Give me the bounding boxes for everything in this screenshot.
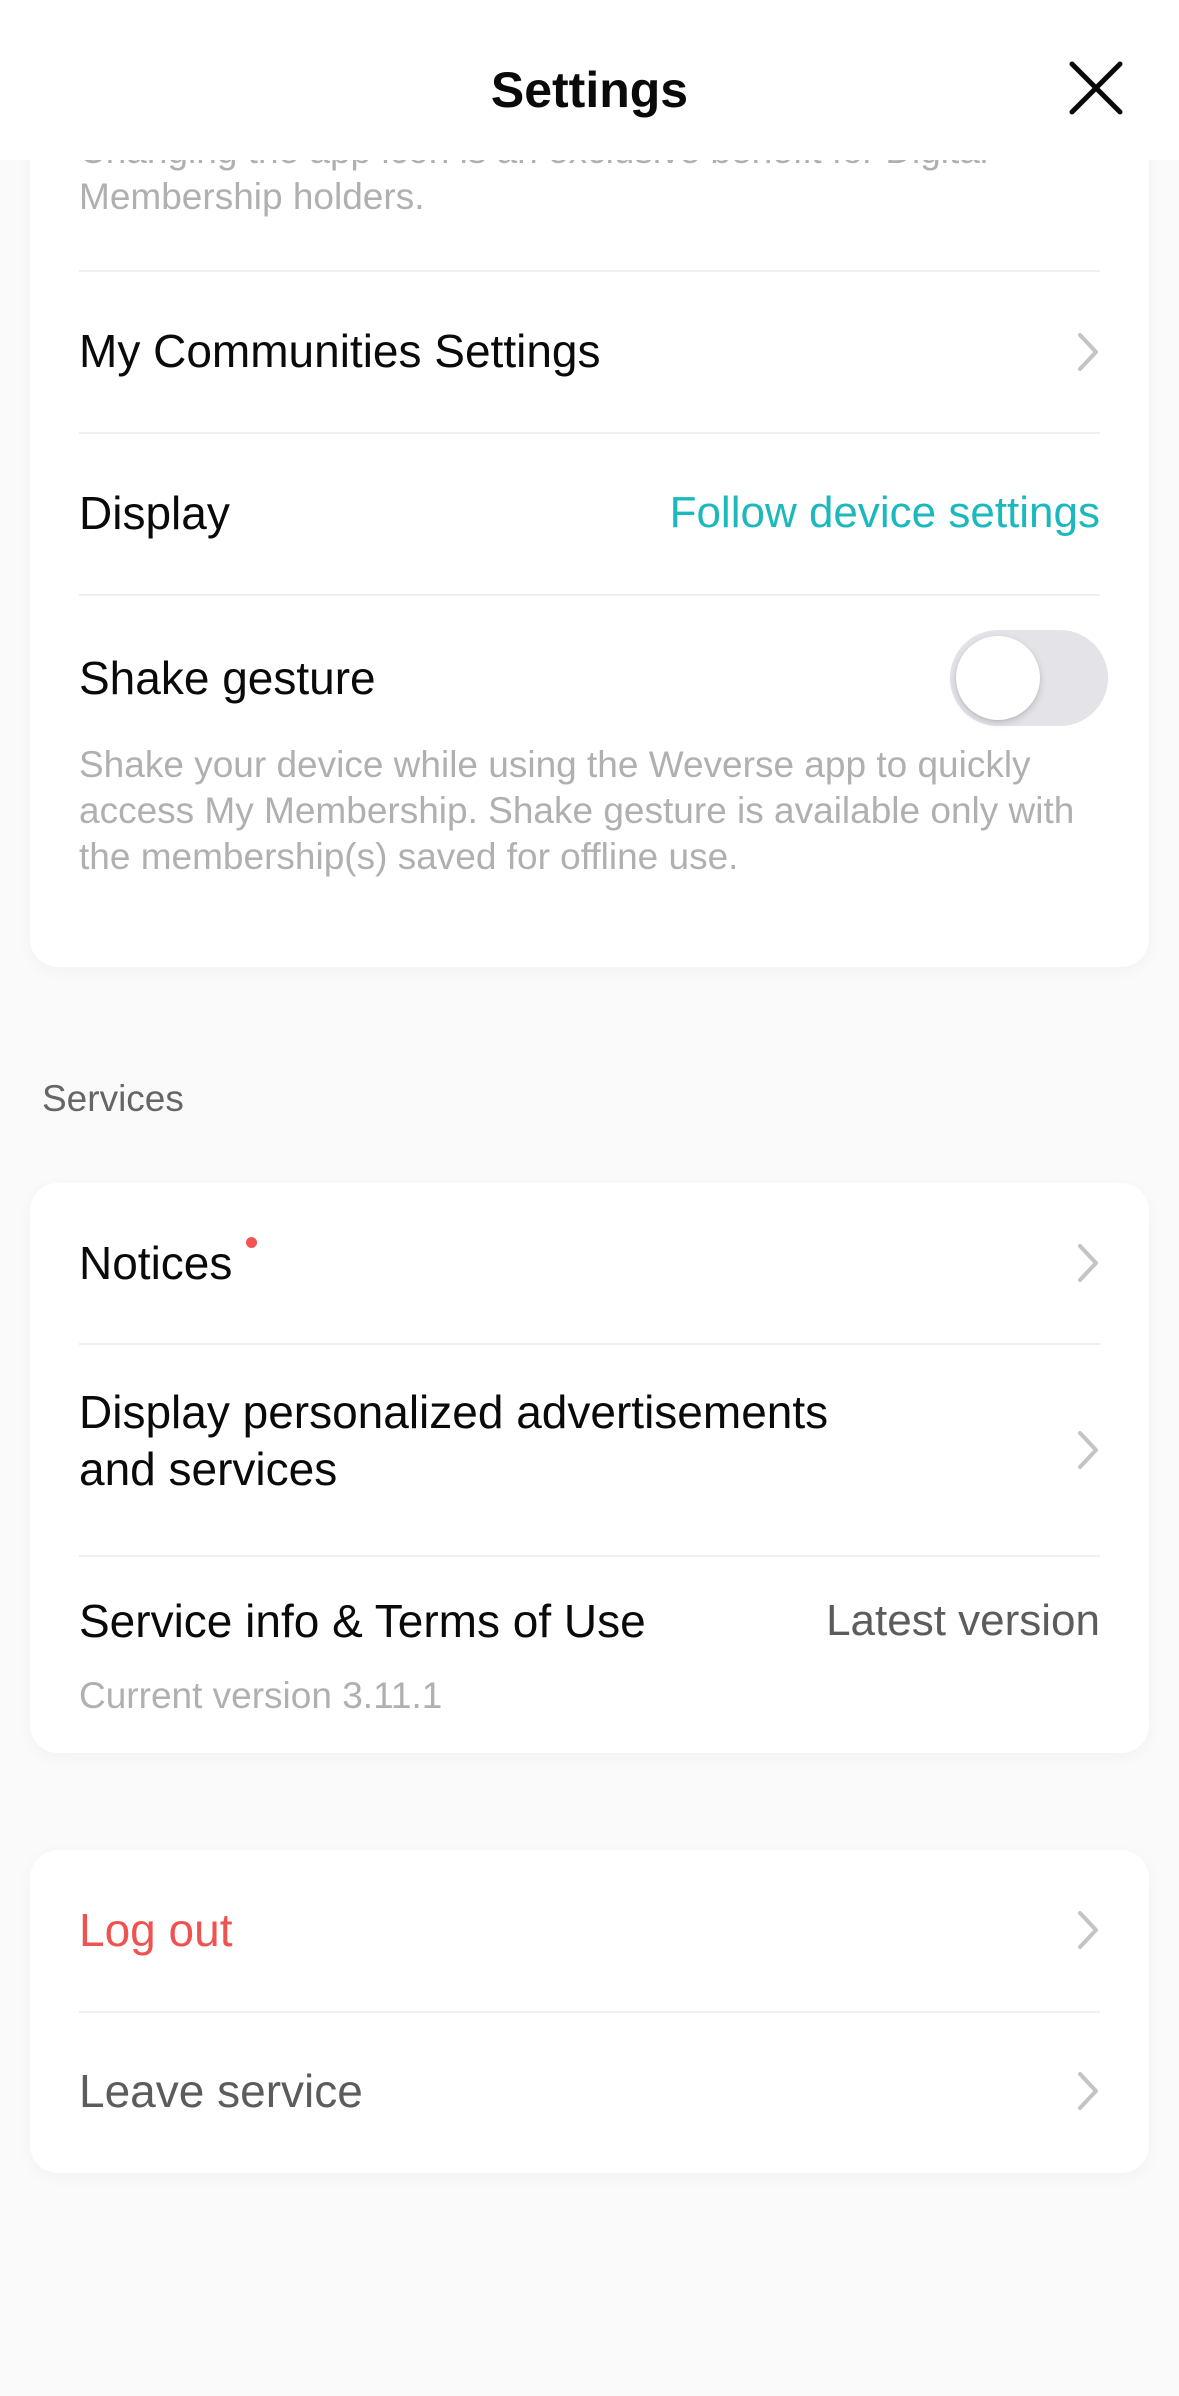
chevron-right-icon — [1071, 1240, 1105, 1286]
shake-gesture-description: Shake your device while using the Wevers… — [79, 744, 1075, 877]
page-title: Settings — [490, 62, 689, 118]
my-communities-settings-label: My Communities Settings — [79, 325, 601, 377]
personalized-ads-row[interactable]: Display personalized advertisements and … — [30, 1345, 1149, 1555]
current-version-text: Current version 3.11.1 — [79, 1675, 443, 1716]
chevron-right-icon — [1071, 1427, 1105, 1473]
display-label: Display — [79, 487, 230, 539]
chevron-right-icon — [1071, 329, 1105, 375]
notices-row[interactable]: Notices — [30, 1183, 1149, 1343]
chevron-right-icon — [1071, 1907, 1105, 1953]
notification-badge — [246, 1237, 257, 1248]
personalized-ads-label-line1: Display personalized advertisements — [79, 1386, 829, 1438]
account-card: Log out Leave service — [30, 1850, 1149, 2173]
shake-gesture-row: Shake gesture Shake your device while us… — [30, 596, 1149, 967]
services-section-title: Services — [42, 1078, 184, 1119]
display-row[interactable]: Display Follow device settings — [30, 434, 1149, 594]
services-card: Notices Display personalized advertiseme… — [30, 1183, 1149, 1753]
personalized-ads-label-line2: and services — [79, 1443, 338, 1495]
leave-service-row[interactable]: Leave service — [30, 2013, 1149, 2173]
close-button[interactable] — [1060, 52, 1132, 124]
chevron-right-icon — [1071, 2068, 1105, 2114]
leave-service-label: Leave service — [79, 2065, 363, 2117]
shake-gesture-toggle[interactable] — [950, 630, 1108, 726]
toggle-knob — [956, 636, 1040, 720]
display-value: Follow device settings — [669, 488, 1100, 537]
terms-version-status: Latest version — [826, 1596, 1100, 1645]
notices-label: Notices — [79, 1235, 232, 1291]
general-settings-card: Changing the app icon is an exclusive be… — [30, 110, 1149, 967]
log-out-label: Log out — [79, 1904, 233, 1956]
terms-of-use-label: Service info & Terms of Use — [79, 1595, 646, 1647]
header: Settings — [0, 0, 1179, 160]
shake-gesture-label: Shake gesture — [79, 652, 376, 704]
notices-text: Notices — [79, 1237, 233, 1289]
my-communities-settings-row[interactable]: My Communities Settings — [30, 272, 1149, 432]
settings-screen: Changing the app icon is an exclusive be… — [0, 0, 1179, 2396]
terms-of-use-row[interactable]: Service info & Terms of Use Latest versi… — [30, 1557, 1149, 1753]
close-icon — [1069, 61, 1123, 115]
log-out-row[interactable]: Log out — [30, 1850, 1149, 2010]
